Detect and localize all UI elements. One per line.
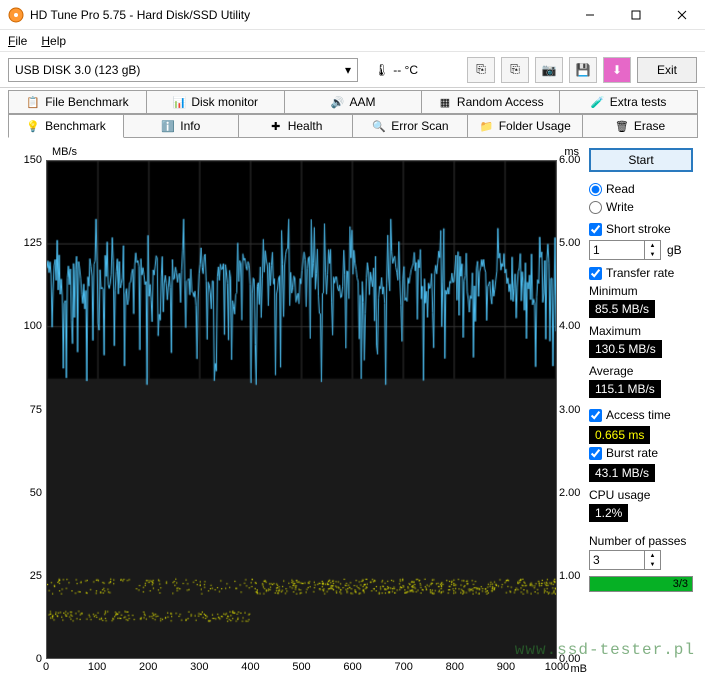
- burst-rate-value: 43.1 MB/s: [589, 464, 655, 482]
- exit-button[interactable]: Exit: [637, 57, 697, 83]
- average-value: 115.1 MB/s: [589, 380, 661, 398]
- tab-benchmark[interactable]: 💡Benchmark: [8, 114, 124, 138]
- info-icon: ℹ️: [161, 119, 175, 133]
- passes-input[interactable]: [589, 550, 645, 570]
- minimize-button[interactable]: [567, 0, 613, 29]
- short-stroke-input[interactable]: [589, 240, 645, 260]
- minimum-label: Minimum: [589, 284, 693, 298]
- short-stroke-label: Short stroke: [606, 222, 671, 236]
- y-ticks-right: 6.005.004.003.002.001.000.00: [557, 160, 583, 659]
- aam-icon: 🔊: [330, 95, 344, 109]
- options-button[interactable]: ⬇: [603, 57, 631, 83]
- write-label: Write: [606, 200, 634, 214]
- copy-button[interactable]: ⎘: [467, 57, 495, 83]
- average-label: Average: [589, 364, 693, 378]
- file-benchmark-icon: 📋: [26, 95, 40, 109]
- watermark: www.ssd-tester.pl: [515, 641, 695, 659]
- minimum-value: 85.5 MB/s: [589, 300, 655, 318]
- y-ticks-left: 1501251007550250: [12, 160, 44, 659]
- access-time-label: Access time: [606, 408, 671, 422]
- down-arrow-icon: ⬇: [612, 63, 622, 77]
- passes-progress: 3/3: [589, 576, 693, 592]
- short-stroke-checkbox[interactable]: [589, 223, 602, 236]
- burst-rate-label: Burst rate: [606, 446, 658, 460]
- tab-random-access[interactable]: ▦Random Access: [421, 90, 560, 114]
- burst-rate-checkbox[interactable]: [589, 447, 602, 460]
- error-scan-icon: 🔍: [372, 119, 386, 133]
- save-icon: 💾: [576, 63, 591, 77]
- tab-erase[interactable]: 🗑Erase: [582, 114, 698, 138]
- tab-folder-usage[interactable]: 📁Folder Usage: [467, 114, 583, 138]
- tab-info[interactable]: ℹ️Info: [123, 114, 239, 138]
- save-button[interactable]: 💾: [569, 57, 597, 83]
- y-axis-left-label: MB/s: [52, 146, 77, 158]
- passes-progress-text: 3/3: [673, 577, 688, 591]
- tab-error-scan[interactable]: 🔍Error Scan: [352, 114, 468, 138]
- benchmark-chart: [46, 160, 557, 659]
- start-button[interactable]: Start: [589, 148, 693, 172]
- tab-extra-tests[interactable]: 🧪Extra tests: [559, 90, 698, 114]
- passes-label: Number of passes: [589, 534, 693, 548]
- erase-icon: 🗑: [615, 119, 629, 133]
- temperature-display: 🌡 -- °C: [374, 63, 418, 77]
- write-radio[interactable]: [589, 201, 602, 214]
- cpu-usage-value: 1.2%: [589, 504, 628, 522]
- chart-area: MB/s ms 1501251007550250 6.005.004.003.0…: [12, 148, 579, 683]
- close-button[interactable]: [659, 0, 705, 29]
- window-title: HD Tune Pro 5.75 - Hard Disk/SSD Utility: [30, 8, 567, 22]
- app-icon: [8, 7, 24, 23]
- menu-file[interactable]: File: [8, 34, 27, 48]
- drive-select-value: USB DISK 3.0 (123 gB): [15, 63, 140, 77]
- tab-disk-monitor[interactable]: 📊Disk monitor: [146, 90, 285, 114]
- menubar: File Help: [0, 30, 705, 52]
- short-stroke-unit: gB: [667, 243, 682, 257]
- transfer-rate-checkbox[interactable]: [589, 267, 602, 280]
- copy2-button[interactable]: ⎘: [501, 57, 529, 83]
- tabs-row-1: 📋File Benchmark📊Disk monitor🔊AAM▦Random …: [8, 90, 697, 114]
- tab-aam[interactable]: 🔊AAM: [284, 90, 423, 114]
- camera-icon: 📷: [542, 63, 557, 77]
- passes-spinner[interactable]: ▲▼: [645, 550, 661, 570]
- read-label: Read: [606, 182, 635, 196]
- random-access-icon: ▦: [438, 95, 452, 109]
- extra-tests-icon: 🧪: [591, 95, 605, 109]
- short-stroke-spinner[interactable]: ▲▼: [645, 240, 661, 260]
- copy-icon: ⎘: [510, 62, 520, 77]
- transfer-rate-label: Transfer rate: [606, 266, 674, 280]
- toolbar: USB DISK 3.0 (123 gB) ▾ 🌡 -- °C ⎘ ⎘ 📷 💾 …: [0, 52, 705, 88]
- benchmark-icon: 💡: [26, 119, 40, 133]
- maximum-value: 130.5 MB/s: [589, 340, 662, 358]
- temperature-value: -- °C: [393, 63, 418, 77]
- copy-icon: ⎘: [476, 62, 486, 77]
- tabs-row-2: 💡Benchmarkℹ️Info✚Health🔍Error Scan📁Folde…: [8, 114, 697, 138]
- chevron-down-icon: ▾: [345, 63, 351, 77]
- folder-usage-icon: 📁: [480, 119, 494, 133]
- health-icon: ✚: [269, 119, 283, 133]
- thermometer-icon: 🌡: [374, 63, 389, 77]
- access-time-value: 0.665 ms: [589, 426, 650, 444]
- drive-select[interactable]: USB DISK 3.0 (123 gB) ▾: [8, 58, 358, 82]
- screenshot-button[interactable]: 📷: [535, 57, 563, 83]
- menu-help[interactable]: Help: [41, 34, 66, 48]
- maximize-button[interactable]: [613, 0, 659, 29]
- tab-file-benchmark[interactable]: 📋File Benchmark: [8, 90, 147, 114]
- cpu-usage-label: CPU usage: [589, 488, 693, 502]
- maximum-label: Maximum: [589, 324, 693, 338]
- x-ticks: 01002003004005006007008009001000: [46, 661, 557, 675]
- tab-health[interactable]: ✚Health: [238, 114, 354, 138]
- read-radio[interactable]: [589, 183, 602, 196]
- side-panel: Start Read Write Short stroke ▲▼ gB Tran…: [589, 148, 693, 683]
- titlebar: HD Tune Pro 5.75 - Hard Disk/SSD Utility: [0, 0, 705, 30]
- disk-monitor-icon: 📊: [172, 95, 186, 109]
- access-time-checkbox[interactable]: [589, 409, 602, 422]
